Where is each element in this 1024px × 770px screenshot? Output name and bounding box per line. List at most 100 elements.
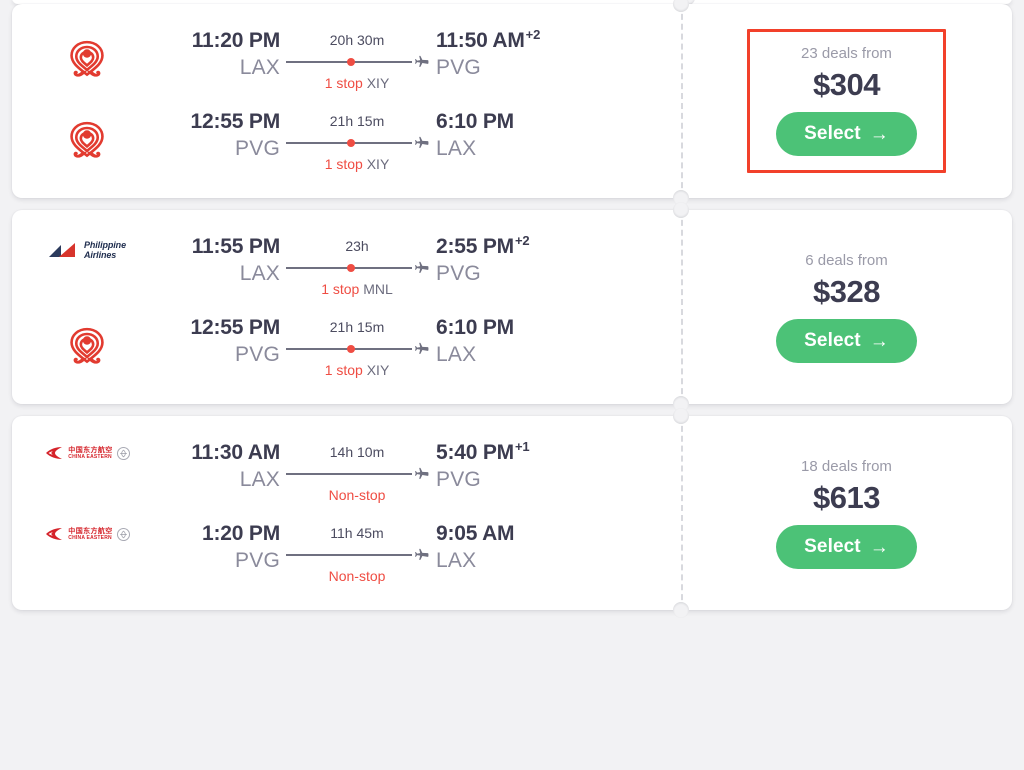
departure-airport-code: LAX xyxy=(239,56,280,79)
departure-airport-code: PVG xyxy=(235,137,280,160)
departure-time: 1:20 PM xyxy=(202,522,280,545)
price-block: 6 deals from $328 Select → xyxy=(758,241,935,373)
airline-logo-cell: 中国东方航空 CHINA EASTERN xyxy=(12,521,162,541)
departure-column: 1:20 PM PVG xyxy=(162,521,282,575)
airline-logo-cell: 中国东方航空 CHINA EASTERN xyxy=(12,440,162,460)
arrival-airport-code: PVG xyxy=(436,56,481,79)
departure-airport-code: LAX xyxy=(239,262,280,285)
route-column: 21h 15m 1 stop XIY xyxy=(282,109,432,174)
flight-duration: 21h 15m xyxy=(329,113,385,129)
price-amount: $613 xyxy=(813,480,880,515)
flight-itinerary-section: Philippine Airlines 11:55 PM LAX 23h 1 st… xyxy=(12,210,681,404)
arrival-time-value: 6:10 PM xyxy=(436,316,514,339)
stops-count: 1 stop xyxy=(321,281,360,297)
stop-dot-icon xyxy=(347,139,355,147)
departure-column: 12:55 PM PVG xyxy=(162,315,282,369)
airplane-icon xyxy=(415,136,429,148)
china-southern-logo-icon xyxy=(61,34,113,91)
skyteam-alliance-icon xyxy=(116,446,130,460)
arrival-time-value: 2:55 PM xyxy=(436,235,514,258)
arrow-right-icon: → xyxy=(869,123,889,145)
stops-airport-code: XIY xyxy=(362,156,390,172)
route-bar xyxy=(286,473,412,475)
route-bar xyxy=(286,554,412,556)
arrival-time: 5:40 PM+1 xyxy=(436,440,572,466)
route-line-graphic xyxy=(286,54,429,70)
route-column: 14h 10m Non-stop xyxy=(282,440,432,505)
route-line-graphic xyxy=(286,466,429,482)
flight-itinerary-section: 中国东方航空 CHINA EASTERN 11:30 AM LAX 14h 10m… xyxy=(12,416,681,610)
flight-duration: 20h 30m xyxy=(329,32,385,48)
philippine-airlines-logo-icon: Philippine Airlines xyxy=(48,240,126,260)
flight-results-list: 11:20 PM LAX 20h 30m 1 stop XIY 11:50 AM… xyxy=(0,0,1024,768)
philippine-airlines-wordmark: Philippine Airlines xyxy=(83,240,126,260)
price-block: 18 deals from $613 Select → xyxy=(758,447,935,579)
flight-price-section: 18 deals from $613 Select → xyxy=(681,416,1012,610)
arrival-day-offset: +1 xyxy=(514,439,530,454)
arrival-airport-code: LAX xyxy=(436,343,477,366)
route-column: 21h 15m 1 stop XIY xyxy=(282,315,432,380)
airplane-icon xyxy=(415,342,429,354)
china-southern-logo-icon xyxy=(61,115,113,172)
flight-price-section: 23 deals from $304 Select → xyxy=(681,4,1012,198)
departure-column: 11:55 PM LAX xyxy=(162,234,282,288)
select-button-2[interactable]: Select → xyxy=(776,319,917,363)
departure-airport-code: LAX xyxy=(239,468,280,491)
skyteam-alliance-icon xyxy=(116,527,130,541)
flight-leg-return: 12:55 PM PVG 21h 15m 1 stop XIY 6:10 PM … xyxy=(12,307,681,388)
flight-leg-outbound: 11:20 PM LAX 20h 30m 1 stop XIY 11:50 AM… xyxy=(12,20,681,101)
departure-time: 11:55 PM xyxy=(191,235,280,258)
flight-leg-return: 12:55 PM PVG 21h 15m 1 stop XIY 6:10 PM … xyxy=(12,101,681,182)
departure-time: 12:55 PM xyxy=(190,110,281,133)
arrival-day-offset: +2 xyxy=(514,233,530,248)
route-line-graphic xyxy=(286,341,429,357)
flight-card-1[interactable]: 11:20 PM LAX 20h 30m 1 stop XIY 11:50 AM… xyxy=(12,0,1012,206)
flight-leg-outbound: Philippine Airlines 11:55 PM LAX 23h 1 st… xyxy=(12,226,681,307)
deals-count-label: 23 deals from xyxy=(801,45,892,62)
arrival-time: 11:50 AM+2 xyxy=(436,28,572,54)
arrival-time-value: 9:05 AM xyxy=(436,522,515,545)
select-button-3[interactable]: Select → xyxy=(776,525,917,569)
route-column: 23h 1 stop MNL xyxy=(282,234,432,299)
arrival-time-value: 5:40 PM xyxy=(436,441,514,464)
select-button-label: Select xyxy=(804,330,861,351)
arrival-column: 9:05 AM LAX xyxy=(432,521,572,575)
flight-card-3[interactable]: 中国东方航空 CHINA EASTERN 11:30 AM LAX 14h 10m… xyxy=(12,408,1012,618)
flight-duration: 11h 45m xyxy=(330,525,384,541)
stops-label: 1 stop XIY xyxy=(325,360,390,380)
stops-label: 1 stop XIY xyxy=(325,73,390,93)
arrival-time: 6:10 PM xyxy=(436,109,572,135)
airplane-icon xyxy=(415,261,429,273)
arrival-airport-code: PVG xyxy=(436,262,481,285)
route-line-graphic xyxy=(286,135,429,151)
route-line-graphic xyxy=(286,547,429,563)
departure-time: 11:20 PM xyxy=(191,29,280,52)
select-button-1[interactable]: Select → xyxy=(776,112,917,156)
arrival-column: 2:55 PM+2 PVG xyxy=(432,234,572,288)
arrow-right-icon: → xyxy=(869,330,889,352)
stops-count: 1 stop xyxy=(324,75,363,91)
stop-dot-icon xyxy=(347,264,355,272)
airplane-icon xyxy=(415,548,429,560)
stops-airport-code: XIY xyxy=(362,75,390,91)
flight-itinerary-section: 11:20 PM LAX 20h 30m 1 stop XIY 11:50 AM… xyxy=(12,4,681,198)
flight-duration: 21h 15m xyxy=(329,319,385,335)
perforation-notch-top-icon xyxy=(673,408,689,424)
arrival-column: 11:50 AM+2 PVG xyxy=(432,28,572,82)
stops-count: 1 stop xyxy=(324,362,363,378)
arrival-time-value: 6:10 PM xyxy=(436,110,514,133)
select-button-label: Select xyxy=(804,123,861,144)
departure-time: 11:30 AM xyxy=(191,441,280,464)
stop-dot-icon xyxy=(347,58,355,66)
arrival-airport-code: PVG xyxy=(436,468,481,491)
perforation-notch-bottom-icon xyxy=(673,602,689,618)
price-amount: $304 xyxy=(813,67,880,102)
stops-label: 1 stop MNL xyxy=(321,279,393,299)
arrow-right-icon: → xyxy=(869,536,889,558)
price-amount: $328 xyxy=(813,274,880,309)
china-eastern-logo-icon: 中国东方航空 CHINA EASTERN xyxy=(44,527,130,541)
flight-card-2[interactable]: Philippine Airlines 11:55 PM LAX 23h 1 st… xyxy=(12,202,1012,412)
arrival-time: 6:10 PM xyxy=(436,315,572,341)
route-column: 20h 30m 1 stop XIY xyxy=(282,28,432,93)
china-eastern-wordmark: 中国东方航空 CHINA EASTERN xyxy=(68,446,113,460)
